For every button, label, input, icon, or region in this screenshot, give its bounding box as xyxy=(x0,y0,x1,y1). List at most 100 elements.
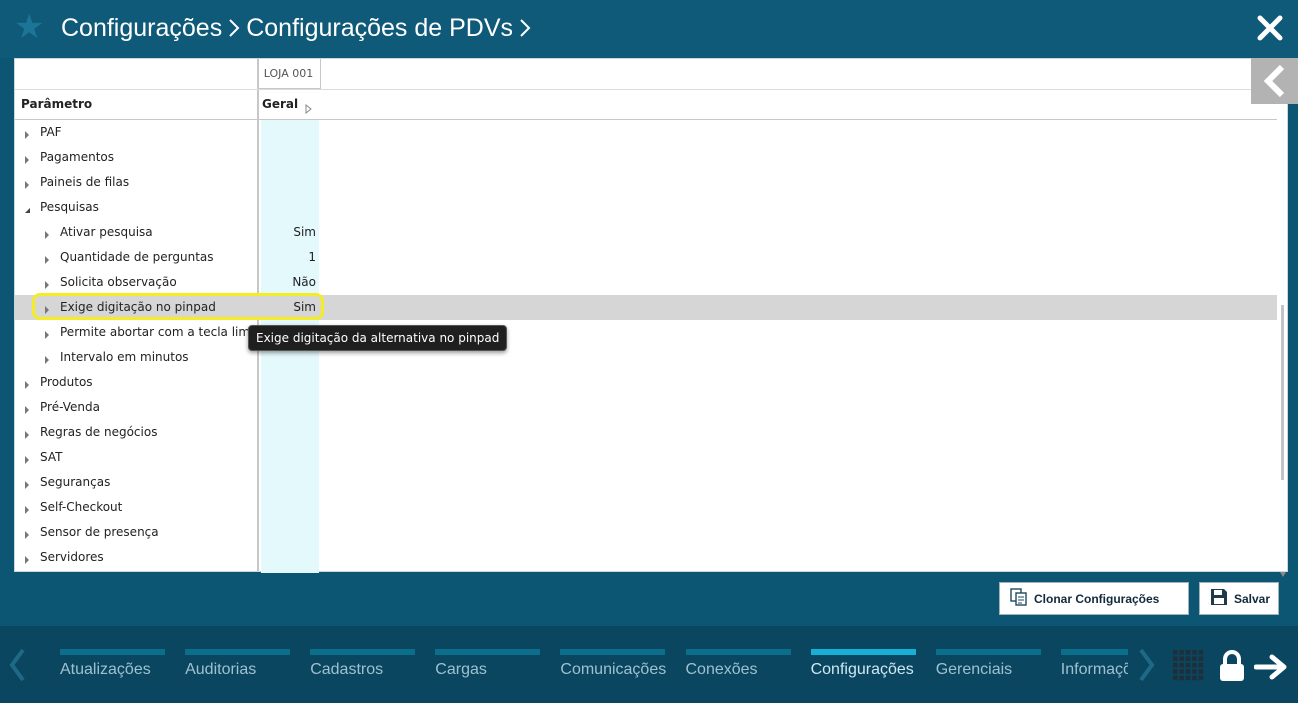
parameter-row[interactable]: Regras de negócios xyxy=(15,420,1277,445)
parameter-row[interactable]: Intervalo em minutos xyxy=(15,345,1277,370)
parameter-row[interactable]: Pagamentos xyxy=(15,145,1277,170)
caret-right-icon[interactable] xyxy=(24,503,30,514)
nav-tab-bar xyxy=(560,649,666,655)
parameter-label: Seguranças xyxy=(40,475,111,489)
parameter-row[interactable]: Sensor de presença xyxy=(15,520,1277,545)
caret-right-icon[interactable] xyxy=(44,253,50,264)
nav-tab-label: Gerenciais xyxy=(935,661,1013,678)
chevron-right-icon[interactable] xyxy=(513,18,537,38)
parameter-label: Pesquisas xyxy=(40,200,99,214)
save-button[interactable]: Salvar xyxy=(1199,582,1279,615)
chevron-right-icon xyxy=(222,18,246,38)
parameter-label: Quantidade de perguntas xyxy=(60,250,214,264)
nav-controls xyxy=(1128,626,1298,703)
tooltip: Exige digitação da alternativa no pinpad xyxy=(248,325,508,351)
clone-config-button[interactable]: Clonar Configurações xyxy=(999,582,1189,615)
caret-right-icon[interactable] xyxy=(24,478,30,489)
caret-right-icon[interactable] xyxy=(44,228,50,239)
copy-icon xyxy=(1010,588,1028,609)
parameter-label: Regras de negócios xyxy=(40,425,158,439)
parameter-header: Parâmetro xyxy=(21,97,93,111)
caret-right-icon[interactable] xyxy=(44,353,50,364)
nav-tab-bar xyxy=(435,649,541,655)
grid-header-row: Parâmetro Geral xyxy=(15,90,1277,120)
collapse-panel-button[interactable] xyxy=(1251,58,1298,104)
close-icon[interactable] xyxy=(1256,14,1284,42)
parameter-row[interactable]: PAF xyxy=(15,120,1277,145)
caret-right-icon[interactable] xyxy=(24,378,30,389)
nav-tab-label: Auditorias xyxy=(185,661,257,678)
breadcrumb-item-configuracoes[interactable]: Configurações xyxy=(61,14,222,43)
breadcrumb-item-pdvs[interactable]: Configurações de PDVs xyxy=(246,14,513,43)
parameter-label: Self-Checkout xyxy=(40,500,123,514)
parameter-row[interactable]: Self-Checkout xyxy=(15,495,1277,520)
caret-right-icon[interactable] xyxy=(24,528,30,539)
parameter-row[interactable]: Servidores xyxy=(15,545,1277,570)
parameter-label: Sensor de presença xyxy=(40,525,159,539)
caret-right-icon[interactable] xyxy=(24,128,30,139)
caret-right-icon[interactable] xyxy=(44,328,50,339)
scroll-thumb[interactable] xyxy=(1281,305,1284,480)
parameter-value[interactable]: Sim xyxy=(261,225,316,239)
nav-tab-bar xyxy=(935,649,1041,655)
floppy-disk-icon xyxy=(1210,588,1228,609)
scroll-down-icon[interactable] xyxy=(1280,562,1286,577)
nav-next-icon[interactable] xyxy=(1138,648,1156,686)
caret-right-icon[interactable] xyxy=(24,428,30,439)
expand-right-icon[interactable] xyxy=(305,99,312,118)
caret-right-icon[interactable] xyxy=(24,178,30,189)
caret-right-icon[interactable] xyxy=(24,153,30,164)
parameter-value[interactable]: Não xyxy=(261,275,316,289)
parameter-label: PAF xyxy=(40,125,62,139)
apps-grid-icon[interactable] xyxy=(1173,650,1205,686)
caret-right-icon[interactable] xyxy=(24,403,30,414)
general-header[interactable]: Geral xyxy=(262,97,298,111)
caret-right-icon[interactable] xyxy=(44,278,50,289)
parameter-label: SAT xyxy=(40,450,63,464)
parameter-row[interactable]: Pré-Venda xyxy=(15,395,1277,420)
parameter-label: Servidores xyxy=(40,550,104,564)
nav-tab-bar xyxy=(60,649,165,655)
caret-right-icon[interactable] xyxy=(24,553,30,564)
nav-tab-bar xyxy=(185,649,291,655)
nav-tab-bar xyxy=(810,649,916,655)
parameter-label: Solicita observação xyxy=(60,275,177,289)
arrow-right-icon[interactable] xyxy=(1253,654,1288,684)
parameter-label: Produtos xyxy=(40,375,93,389)
star-icon[interactable]: ★ xyxy=(14,10,48,44)
save-label: Salvar xyxy=(1234,591,1271,606)
parameter-row[interactable]: Ativar pesquisa Sim xyxy=(15,220,1277,245)
parameter-row[interactable]: Permite abortar com a tecla limpaNão xyxy=(15,320,1277,345)
parameter-row[interactable]: SAT xyxy=(15,445,1277,470)
parameter-row[interactable]: Quantidade de perguntas 1 xyxy=(15,245,1277,270)
parameter-label: Paineis de filas xyxy=(40,175,130,189)
parameter-row[interactable]: Pesquisas xyxy=(15,195,1277,220)
parameter-row[interactable]: Paineis de filas xyxy=(15,170,1277,195)
nav-tab-bar xyxy=(310,649,416,655)
nav-tab-label: Cadastros xyxy=(310,661,384,678)
selection-highlight xyxy=(32,293,324,320)
parameter-label: Intervalo em minutos xyxy=(60,350,189,364)
nav-tab-label: Conexões xyxy=(685,661,758,678)
nav-tab-label: Configurações xyxy=(810,661,914,678)
parameter-row[interactable]: Solicita observação Não xyxy=(15,270,1277,295)
parameter-row[interactable]: Produtos xyxy=(15,370,1277,395)
parameter-row[interactable]: Seguranças xyxy=(15,470,1277,495)
nav-tab-bar xyxy=(685,649,791,655)
caret-right-icon[interactable] xyxy=(24,453,30,464)
parameter-list: PAF Pagamentos Paineis de filas Pesquisas At… xyxy=(15,120,1277,570)
nav-prev-icon[interactable] xyxy=(8,648,26,686)
caret-down-icon[interactable] xyxy=(24,203,30,213)
clone-config-label: Clonar Configurações xyxy=(1034,591,1160,606)
breadcrumb: Configurações Configurações de PDVs xyxy=(61,12,537,44)
lock-icon[interactable] xyxy=(1218,650,1246,686)
vertical-scrollbar[interactable] xyxy=(1277,120,1289,577)
parameter-label: Pré-Venda xyxy=(40,400,100,414)
header: ★ Configurações Configurações de PDVs xyxy=(0,0,1298,58)
parameter-label: Permite abortar com a tecla limpa xyxy=(60,325,266,339)
parameter-value[interactable]: 1 xyxy=(261,250,316,264)
nav-tab-label: Comunicações xyxy=(560,661,667,678)
nav-tab-label: Cargas xyxy=(435,661,487,678)
parameter-label: Pagamentos xyxy=(40,150,114,164)
store-column-header[interactable]: LOJA 001 xyxy=(257,59,321,89)
